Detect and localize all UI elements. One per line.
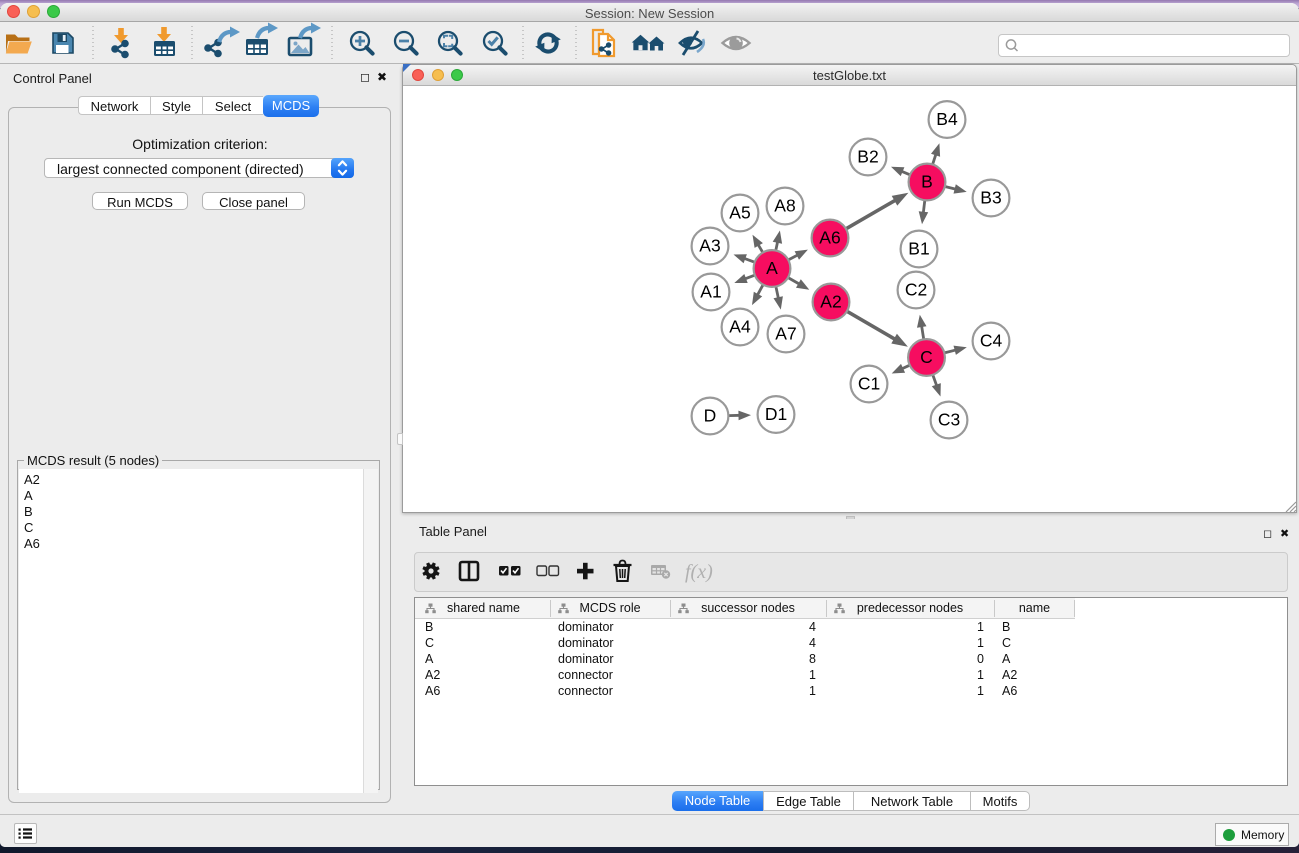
svg-text:C3: C3 (938, 410, 960, 430)
svg-text:A3: A3 (699, 236, 720, 256)
svg-text:D: D (704, 406, 717, 426)
svg-text:A1: A1 (700, 282, 721, 302)
svg-text:C1: C1 (858, 374, 880, 394)
svg-text:B2: B2 (857, 147, 878, 167)
svg-text:C: C (920, 347, 933, 367)
svg-text:B4: B4 (936, 109, 958, 129)
svg-text:A5: A5 (729, 203, 750, 223)
svg-text:A: A (766, 258, 778, 278)
svg-text:D1: D1 (765, 404, 787, 424)
svg-text:A4: A4 (729, 317, 751, 337)
svg-text:B: B (921, 172, 933, 192)
svg-text:A8: A8 (774, 196, 795, 216)
svg-text:A7: A7 (775, 324, 796, 344)
svg-text:f(x): f(x) (685, 561, 713, 583)
svg-text:B3: B3 (980, 188, 1001, 208)
svg-text:C4: C4 (980, 331, 1003, 351)
svg-text:A2: A2 (820, 292, 841, 312)
svg-text:A6: A6 (819, 228, 840, 248)
svg-text:B1: B1 (908, 239, 929, 259)
svg-text:C2: C2 (905, 280, 927, 300)
